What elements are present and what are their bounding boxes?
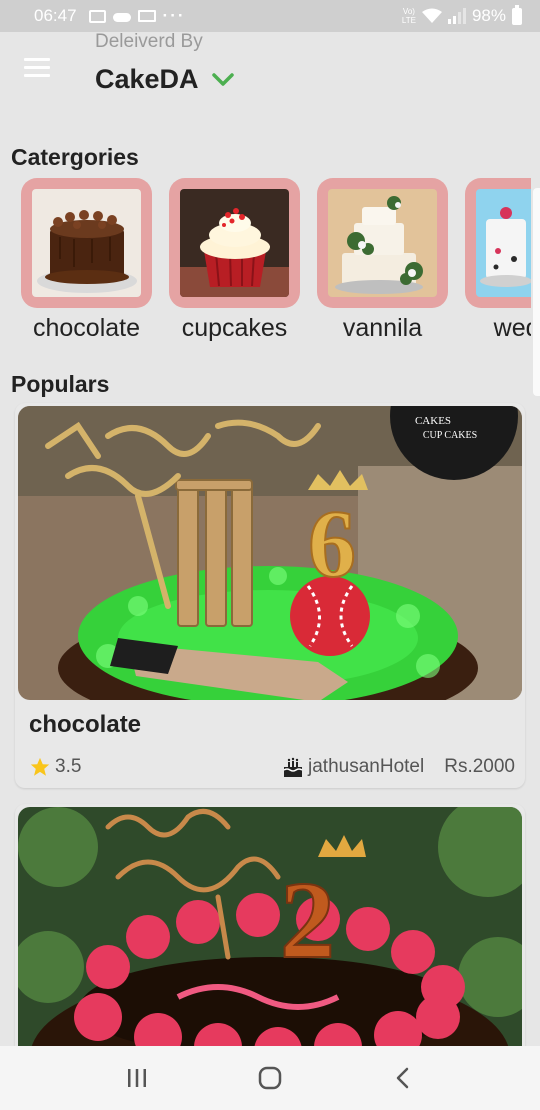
price: Rs.2000	[444, 756, 515, 777]
volte-icon: Vo) LTE	[402, 7, 416, 25]
logo-text-cupcakes: CUP CAKES	[423, 430, 477, 441]
rating-value: 3.5	[55, 756, 82, 777]
laptop-icon	[137, 10, 156, 22]
hotel-name: jathusanHotel	[308, 756, 425, 777]
home-icon	[258, 1066, 282, 1090]
home-button[interactable]	[250, 1058, 290, 1098]
weather-icon	[112, 10, 131, 22]
category-image-frame	[317, 178, 448, 308]
vanilla-cake-image	[328, 189, 437, 297]
system-nav-bar	[0, 1046, 540, 1110]
categories-title: Catergories	[11, 144, 139, 170]
more-notifications-icon: ···	[162, 6, 186, 25]
category-label: chocolate	[32, 314, 141, 342]
category-image-frame	[21, 178, 152, 308]
battery-icon	[512, 4, 522, 25]
logo-text-cakes: CAKES	[415, 415, 451, 427]
category-label: vannila	[342, 314, 423, 342]
signal-icon	[447, 8, 466, 24]
side-scroll-indicator[interactable]	[533, 188, 540, 396]
recent-apps-icon	[127, 1069, 146, 1087]
categories-list[interactable]: chocolate cupcakes vannila we	[21, 178, 531, 353]
cake-icon	[283, 757, 303, 777]
cupcake-image	[180, 189, 289, 297]
svg-text:6: 6	[308, 490, 356, 597]
category-image-frame	[169, 178, 300, 308]
menu-icon-bar	[24, 66, 50, 69]
status-bar: 06:47 ··· Vo) LTE 98%	[0, 0, 540, 32]
populars-title: Populars	[11, 371, 110, 397]
popular-meta: 3.5 jathusanHotel Rs.2000	[29, 755, 515, 779]
svg-text:2: 2	[280, 859, 335, 981]
back-button[interactable]	[383, 1058, 423, 1098]
star-icon	[30, 757, 50, 776]
category-wedding[interactable]: weddir	[465, 178, 531, 343]
category-chocolate[interactable]: chocolate	[21, 178, 152, 343]
chevron-down-icon[interactable]	[211, 72, 235, 88]
popular-name: chocolate	[29, 711, 142, 738]
wifi-icon	[421, 8, 442, 23]
popular-card[interactable]: CAKES CUP CAKES 6 chocolate 3.5 jathusan…	[15, 403, 525, 788]
cricket-cake-image: CAKES CUP CAKES 6	[18, 406, 522, 700]
menu-icon-bar	[24, 74, 50, 77]
wedding-cake-image	[476, 189, 531, 297]
category-label: cupcakes	[181, 314, 288, 342]
brand-selector[interactable]: CakeDA	[95, 64, 235, 95]
battery-percent: 98%	[471, 6, 506, 25]
delivered-by-label: Deleiverd By	[95, 31, 203, 52]
volte-top: Vo)	[402, 7, 415, 16]
menu-icon-bar	[24, 58, 50, 61]
menu-button[interactable]	[24, 58, 50, 78]
gallery-icon	[88, 9, 106, 23]
recent-apps-button[interactable]	[117, 1058, 157, 1098]
category-cupcakes[interactable]: cupcakes	[169, 178, 300, 343]
volte-bottom: LTE	[401, 16, 416, 25]
category-vannila[interactable]: vannila	[317, 178, 448, 343]
category-image-frame	[465, 178, 531, 308]
category-label: weddir	[493, 314, 531, 342]
status-time: 06:47	[34, 6, 77, 25]
chocolate-cake-image	[32, 189, 141, 297]
back-icon	[397, 1067, 409, 1089]
brand-name: CakeDA	[95, 64, 199, 94]
